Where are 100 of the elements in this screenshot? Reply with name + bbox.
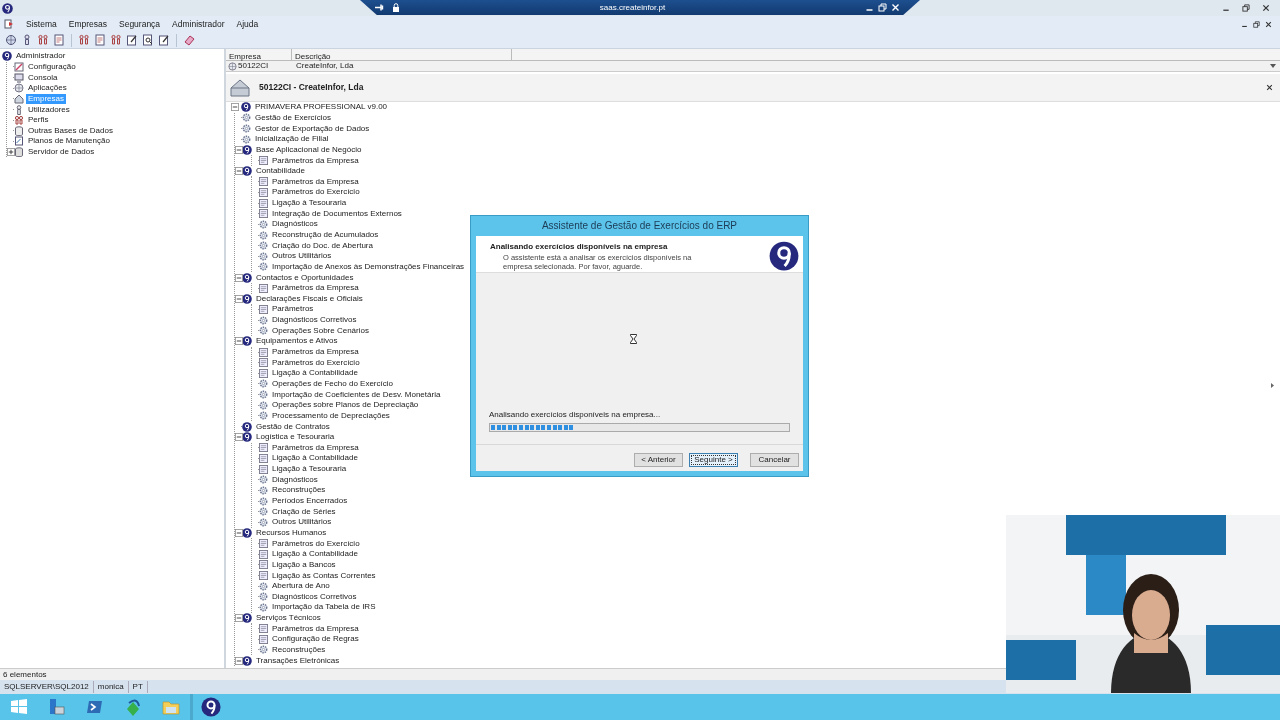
close-icon[interactable] xyxy=(1266,84,1273,91)
edit-icon[interactable] xyxy=(126,34,138,46)
expand-toggle[interactable] xyxy=(234,528,243,537)
tree-item[interactable]: Parâmetros da Empresa xyxy=(270,155,361,166)
tree-item[interactable]: Ligação à Contabilidade xyxy=(270,453,360,464)
tree-item[interactable]: Parâmetros do Exercício xyxy=(270,357,362,368)
tree-item[interactable]: Ligação a Bancos xyxy=(270,559,338,570)
tree-item[interactable]: Reconstrução de Acumulados xyxy=(270,230,381,240)
tree-item[interactable]: Contabilidade xyxy=(254,166,307,177)
expand-toggle[interactable] xyxy=(234,294,243,303)
expand-toggle[interactable] xyxy=(234,145,243,154)
people-icon[interactable] xyxy=(110,34,122,46)
tree-item[interactable]: Diagnósticos xyxy=(270,474,320,485)
expand-toggle[interactable] xyxy=(234,656,243,665)
tree-item[interactable]: Reconstruções xyxy=(270,645,328,655)
tree-item[interactable]: Recursos Humanos xyxy=(254,527,329,538)
globe-icon[interactable] xyxy=(5,34,17,46)
lock-icon[interactable] xyxy=(392,3,400,12)
tree-item[interactable]: Utilizadores xyxy=(26,104,72,115)
tree-item[interactable]: Administrador xyxy=(14,51,68,62)
tree-item[interactable]: Integração de Documentos Externos xyxy=(270,208,404,219)
tree-item[interactable]: Consola xyxy=(26,72,60,83)
tree-item[interactable]: Gestão de Contratos xyxy=(254,421,332,432)
tree-item[interactable]: Importação de Coeficientes de Desv. Monetária xyxy=(270,389,443,400)
tree-item[interactable]: Equipamentos e Ativos xyxy=(254,336,340,347)
tree-item[interactable]: Base Aplicacional de Negócio xyxy=(254,144,364,155)
menu-item[interactable]: Segurança xyxy=(119,17,161,31)
tree-item[interactable]: Parâmetros xyxy=(270,304,316,315)
restore-icon[interactable] xyxy=(878,3,887,12)
people-icon[interactable] xyxy=(78,34,90,46)
tree-item[interactable]: Ligação à Contabilidade xyxy=(270,368,360,379)
tree-item[interactable]: Processamento de Depreciações xyxy=(270,410,392,421)
tree-item[interactable]: Contactos e Oportunidades xyxy=(254,272,356,283)
tree-item[interactable]: Perfis xyxy=(26,115,51,126)
tree-item[interactable]: Configuração de Regras xyxy=(270,634,361,645)
tree-item[interactable]: Criação de Séries xyxy=(270,506,338,517)
expand-toggle[interactable] xyxy=(230,103,239,112)
tree-item[interactable]: Aplicações xyxy=(26,83,69,94)
restore-icon[interactable] xyxy=(1253,20,1260,28)
tree-item[interactable]: Declarações Fiscais e Oficiais xyxy=(254,293,365,304)
tree-item[interactable]: Reconstruções xyxy=(270,485,328,496)
app-menu-icon[interactable] xyxy=(4,19,14,29)
tree-item[interactable]: Ligação à Tesouraria xyxy=(270,198,349,209)
tree-item[interactable]: Logística e Tesouraria xyxy=(254,432,337,443)
expand-toggle[interactable] xyxy=(234,273,243,282)
edit-icon[interactable] xyxy=(158,34,170,46)
tree-item[interactable]: Ligação à Tesouraria xyxy=(270,464,349,475)
menu-item[interactable]: Empresas xyxy=(68,17,107,31)
menu-item[interactable]: Ajuda xyxy=(236,17,259,31)
tree-item[interactable]: Parâmetros da Empresa xyxy=(270,176,361,187)
tree-item[interactable]: Importação de Anexos às Demonstrações Financeiras xyxy=(270,261,467,272)
expand-toggle[interactable] xyxy=(234,614,243,623)
tree-item[interactable]: Operações sobre Planos de Depreciação xyxy=(270,400,421,411)
tree-item[interactable]: Inicialização de Filial xyxy=(253,134,331,145)
tree-item[interactable]: Outras Bases de Dados xyxy=(26,125,115,136)
tree-item[interactable]: Importação da Tabela de IRS xyxy=(270,602,378,613)
wizard-button[interactable]: < Anterior xyxy=(634,453,683,467)
tree-item[interactable]: Planos de Manutenção xyxy=(26,136,112,147)
pin-icon[interactable] xyxy=(374,3,384,12)
tree-item[interactable]: Serviços Técnicos xyxy=(254,613,323,624)
document-icon[interactable] xyxy=(94,34,106,46)
expand-toggle[interactable] xyxy=(234,433,243,442)
close-icon[interactable] xyxy=(1265,20,1272,28)
column-header[interactable]: Descrição xyxy=(292,49,512,60)
logo-icon[interactable] xyxy=(2,2,13,14)
expand-toggle[interactable] xyxy=(6,148,15,157)
tree-item[interactable]: PRIMAVERA PROFESSIONAL v9.00 xyxy=(253,102,390,113)
tree-item[interactable]: Outros Utilitários xyxy=(270,251,334,262)
tree-item[interactable]: Outros Utilitários xyxy=(270,517,334,528)
tree-item[interactable]: Diagnósticos Corretivos xyxy=(270,315,359,326)
search-icon[interactable] xyxy=(142,34,154,46)
tree-item[interactable]: Ligação à Contabilidade xyxy=(270,549,360,560)
people-icon[interactable] xyxy=(37,34,49,46)
tree-item[interactable]: Operações Sobre Cenários xyxy=(270,325,371,336)
tree-item[interactable]: Diagnósticos Corretivos xyxy=(270,591,359,602)
scroll-right-icon[interactable] xyxy=(1270,381,1275,389)
tree-item[interactable]: Períodos Encerrados xyxy=(270,496,350,506)
tree-item[interactable]: Parâmetros da Empresa xyxy=(270,623,361,634)
menu-item[interactable]: Sistema xyxy=(26,17,57,31)
eraser-icon[interactable] xyxy=(183,34,195,46)
menu-item[interactable]: Administrador xyxy=(172,17,225,31)
tree-item[interactable]: Configuração xyxy=(26,61,78,72)
document-icon[interactable] xyxy=(53,34,65,46)
tree-item[interactable]: Operações de Fecho do Exercício xyxy=(270,378,395,389)
tree-item[interactable]: Parâmetros do Exercício xyxy=(270,538,362,549)
tree-item[interactable]: Abertura de Ano xyxy=(270,581,332,592)
scroll-down-icon[interactable] xyxy=(1269,63,1277,69)
tree-item[interactable]: Parâmetros da Empresa xyxy=(270,442,361,453)
tree-item[interactable]: Diagnósticos xyxy=(270,219,320,230)
wizard-button[interactable]: Cancelar xyxy=(750,453,799,467)
tree-item[interactable]: Parâmetros da Empresa xyxy=(270,347,361,358)
tree-item[interactable]: Parâmetros da Empresa xyxy=(270,283,361,294)
restore-icon[interactable] xyxy=(1242,4,1250,12)
tree-item[interactable]: Criação do Doc. de Abertura xyxy=(270,240,375,251)
expand-toggle[interactable] xyxy=(234,167,243,176)
wizard-button[interactable]: Seguinte > xyxy=(689,453,738,467)
tree-item[interactable]: Gestor de Exportação de Dados xyxy=(253,123,372,134)
tree-item[interactable]: Ligação às Contas Correntes xyxy=(270,570,378,581)
tree-item[interactable]: Gestão de Exercícios xyxy=(253,112,334,123)
tree-item[interactable]: Servidor de Dados xyxy=(26,147,97,158)
